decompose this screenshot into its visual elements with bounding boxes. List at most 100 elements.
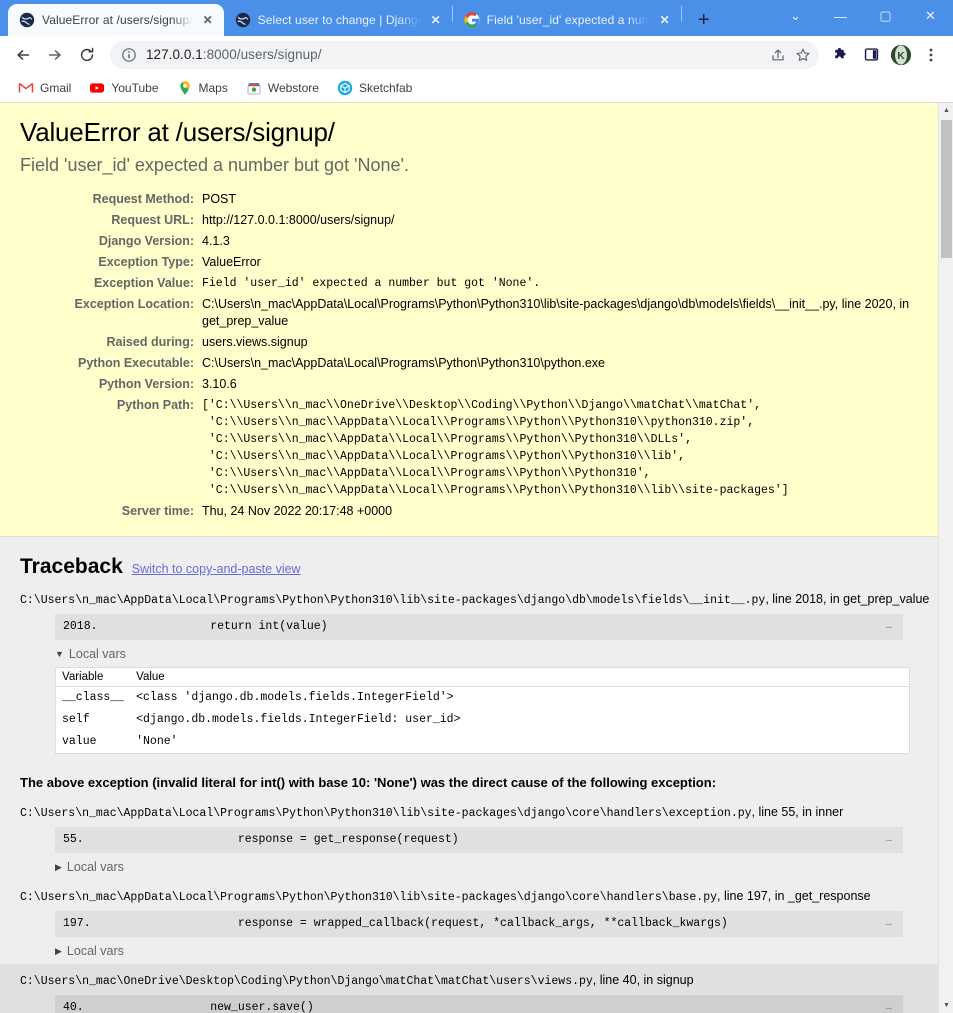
local-vars-toggle[interactable]: ▶ Local vars [55,853,933,880]
error-subtitle: Field 'user_id' expected a number but go… [20,155,409,175]
bookmark-label: YouTube [111,80,159,95]
source-code: response = wrapped_callback(request, *ca… [155,917,728,930]
traceback-frame: C:\Users\n_mac\AppData\Local\Programs\Py… [20,796,933,880]
tab-strip: ValueError at /users/signup/ ✕ Select us… [0,0,953,36]
reload-button[interactable] [72,40,102,70]
meta-label: Exception Type: [98,255,194,269]
local-vars-toggle[interactable]: ▶ Local vars [55,937,933,964]
gmail-icon [18,80,34,96]
meta-value: Thu, 24 Nov 2022 20:17:48 +0000 [202,504,393,518]
source-line-number: 197. [63,917,91,930]
source-line-number: 40. [63,1001,84,1013]
tab-search-icon[interactable]: ⌄ [773,0,818,32]
bookmark-sketchfab[interactable]: Sketchfab [329,76,420,100]
tab-close-button[interactable]: ✕ [200,12,216,28]
toolbar-actions: K [827,41,945,69]
frame-path: C:\Users\n_mac\AppData\Local\Programs\Py… [20,807,752,820]
address-bar[interactable]: 127.0.0.1:8000/users/signup/ [110,40,819,69]
frame-source-line[interactable]: 40. new_user.save() … [55,995,903,1013]
url-host: 127.0.0.1 [146,47,203,62]
meta-label: Python Version: [98,377,194,391]
browser-toolbar: 127.0.0.1:8000/users/signup/ K [0,36,953,73]
local-vars-label: Local vars [66,944,124,958]
var-name: __class__ [62,691,125,704]
scroll-up-arrow[interactable]: ▲ [939,103,953,118]
google-maps-icon [177,80,193,96]
meta-label: Server time: [121,504,194,518]
meta-value: POST [202,192,237,206]
traceback-frame-highlighted: C:\Users\n_mac\OneDrive\Desktop\Coding\P… [0,964,953,1013]
frame-lineinfo: , line 55, in inner [751,805,844,819]
frame-source-line[interactable]: 2018. return int(value) … [55,614,903,640]
share-icon[interactable] [770,47,786,63]
star-icon[interactable] [795,47,811,63]
browser-tab-0[interactable]: ValueError at /users/signup/ ✕ [8,4,224,36]
bookmark-label: Sketchfab [358,80,413,95]
switch-view-link[interactable]: Switch to copy-and-paste view [132,562,301,576]
bookmark-gmail[interactable]: Gmail [10,76,79,100]
local-vars-toggle[interactable]: ▼ Local vars [55,640,933,667]
scrollbar-thumb[interactable] [941,120,952,258]
page-scrollbar[interactable]: ▲ ▼ [938,103,953,1013]
var-name: value [62,735,97,748]
bookmark-webstore[interactable]: Webstore [238,76,327,100]
side-panel-icon[interactable] [857,41,885,69]
page-title: ValueError at /users/signup/ [20,117,335,147]
error-summary: ValueError at /users/signup/ Field 'user… [0,103,953,537]
minimize-button[interactable]: — [818,0,863,32]
sketchfab-icon [337,80,353,96]
ellipsis-icon: … [885,918,893,929]
maximize-button[interactable]: ▢ [863,0,908,32]
frame-location: C:\Users\n_mac\AppData\Local\Programs\Py… [20,880,933,911]
browser-tab-2[interactable]: Field 'user_id' expected a numb ✕ [453,4,681,36]
page-viewport: ValueError at /users/signup/ Field 'user… [0,103,953,1013]
tab-close-button[interactable]: ✕ [428,12,444,28]
source-code: return int(value) [155,620,328,633]
traceback-frame: C:\Users\n_mac\AppData\Local\Programs\Py… [20,880,933,964]
window-controls: ⌄ — ▢ ✕ [773,0,953,32]
bookmark-label: Gmail [40,80,72,95]
tab-close-button[interactable]: ✕ [657,12,673,28]
meta-value: C:\Users\n_mac\AppData\Local\Programs\Py… [202,297,910,328]
forward-button[interactable] [40,40,70,70]
bookmark-youtube[interactable]: YouTube [81,76,166,100]
django-globe-icon [235,12,251,28]
meta-row: Request URL: http://127.0.0.1:8000/users… [42,210,933,231]
frame-lineinfo: , line 197, in _get_response [717,889,871,903]
scroll-down-arrow[interactable]: ▼ [939,998,953,1013]
local-vars-table: Variable Value __class__ <class 'django.… [55,667,910,754]
profile-avatar-icon[interactable]: K [887,41,915,69]
back-button[interactable] [8,40,38,70]
meta-label: Django Version: [98,234,194,248]
triangle-down-icon: ▼ [55,649,64,659]
meta-row: Python Path: ['C:\\Users\\n_mac\\OneDriv… [42,395,933,501]
three-dot-menu-icon[interactable] [917,41,945,69]
bookmark-maps[interactable]: Maps [169,76,236,100]
puzzle-piece-icon[interactable] [827,41,855,69]
meta-row: Exception Type: ValueError [42,252,933,273]
close-window-button[interactable]: ✕ [908,0,953,32]
url-path: :8000/users/signup/ [202,47,322,62]
meta-label: Request URL: [111,213,194,227]
frame-source-line[interactable]: 55. response = get_response(request) … [55,827,903,853]
meta-value: 4.1.3 [202,234,230,248]
meta-value: 3.10.6 [202,377,237,391]
ellipsis-icon: … [885,1002,893,1013]
django-globe-icon [19,12,35,28]
browser-tab-1[interactable]: Select user to change | Django ✕ [224,4,452,36]
table-row: __class__ <class 'django.db.models.field… [56,687,910,710]
bookmark-label: Maps [198,80,228,95]
traceback-section: Traceback Switch to copy-and-paste view … [0,537,953,1013]
new-tab-button[interactable]: + [690,6,718,34]
meta-label: Raised during: [106,335,194,349]
vars-col-value: Value [130,667,910,687]
meta-row: Exception Value: Field 'user_id' expecte… [42,273,933,294]
frame-path: C:\Users\n_mac\AppData\Local\Programs\Py… [20,891,718,904]
frame-lineinfo: , line 40, in signup [592,973,694,987]
info-circle-icon[interactable] [121,47,137,63]
source-line-number: 55. [63,833,84,846]
meta-value: http://127.0.0.1:8000/users/signup/ [202,213,395,227]
frame-source-line[interactable]: 197. response = wrapped_callback(request… [55,911,903,937]
tab-title: Select user to change | Django [257,13,421,27]
bookmark-label: Webstore [267,80,319,95]
